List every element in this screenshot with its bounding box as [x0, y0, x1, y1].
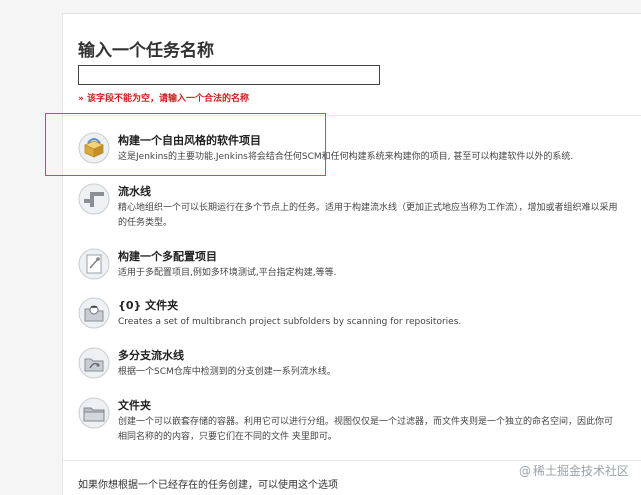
item-name-input[interactable] [78, 65, 380, 85]
item-label: 流水线 [118, 185, 151, 198]
item-description: 创建一个可以嵌套存储的容器。利用它可以进行分组。视图仅仅是一个过滤器，而文件夹则… [118, 417, 614, 442]
multi-config-icon [78, 248, 110, 280]
item-label: 文件夹 [118, 399, 151, 412]
item-description: 精心地组织一个可以长期运行在多个节点上的任务。适用于构建流水线（更加正式地应当称… [118, 203, 618, 228]
item-label: 构建一个多配置项目 [118, 250, 217, 263]
folder-icon [78, 397, 110, 429]
new-item-panel: 输入一个任务名称 » 该字段不能为空，请输入一个合法的名称 构建一个自由风格的软… [62, 13, 641, 495]
org-folder-icon [78, 297, 110, 329]
separator [63, 460, 641, 461]
item-description: 根据一个SCM仓库中检测到的分支创建一系列流水线。 [118, 367, 336, 377]
at-icon: @ [518, 464, 531, 478]
pipeline-icon [78, 183, 110, 215]
copy-from-hint: 如果你想根据一个已经存在的任务创建，可以使用这个选项 [78, 480, 338, 491]
multibranch-icon [78, 347, 110, 379]
highlight-box [45, 113, 326, 176]
item-label: 多分支流水线 [118, 349, 184, 362]
validation-error: » 该字段不能为空，请输入一个合法的名称 [78, 94, 249, 104]
watermark: @ 稀土掘金技术社区 [518, 464, 629, 478]
left-margin [0, 0, 62, 494]
item-description: 适用于多配置项目,例如多环境测试,平台指定构建,等等. [118, 268, 337, 278]
item-description: Creates a set of multibranch project sub… [118, 317, 462, 327]
item-label: {0} 文件夹 [118, 299, 179, 312]
page-title: 输入一个任务名称 [78, 41, 214, 61]
